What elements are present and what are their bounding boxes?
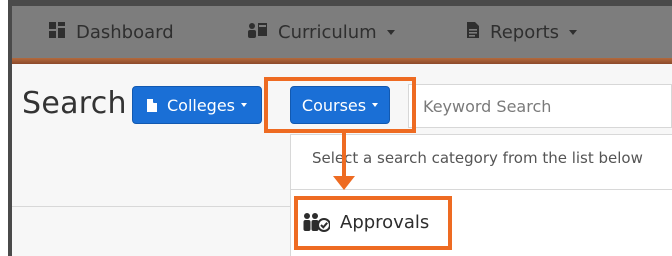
nav-curriculum[interactable]: Curriculum — [246, 6, 395, 58]
colleges-button-label: Colleges — [166, 95, 236, 115]
annotation-arrow-head — [333, 176, 355, 190]
keyword-search-input[interactable] — [408, 84, 672, 128]
page-title: Search — [22, 86, 127, 121]
document-icon — [146, 98, 157, 112]
nav-reports[interactable]: Reports — [466, 6, 578, 58]
curriculum-icon — [246, 21, 268, 44]
annotation-arrow-shaft — [342, 130, 346, 180]
nav-dashboard-label: Dashboard — [76, 21, 174, 43]
chevron-down-icon — [241, 103, 248, 107]
chevron-down-icon — [569, 29, 578, 35]
approvals-highlight-box — [294, 196, 452, 250]
nav-dashboard[interactable]: Dashboard — [48, 6, 174, 58]
nav-reports-label: Reports — [490, 21, 560, 43]
nav-curriculum-label: Curriculum — [278, 21, 377, 43]
chevron-down-icon — [386, 29, 395, 35]
dashboard-icon — [48, 21, 66, 44]
divider — [12, 206, 290, 207]
colleges-dropdown-button[interactable]: Colleges — [132, 86, 262, 124]
courses-highlight-box — [264, 77, 416, 133]
reports-icon — [466, 21, 480, 44]
dropdown-hint: Select a search category from the list b… — [312, 149, 643, 167]
